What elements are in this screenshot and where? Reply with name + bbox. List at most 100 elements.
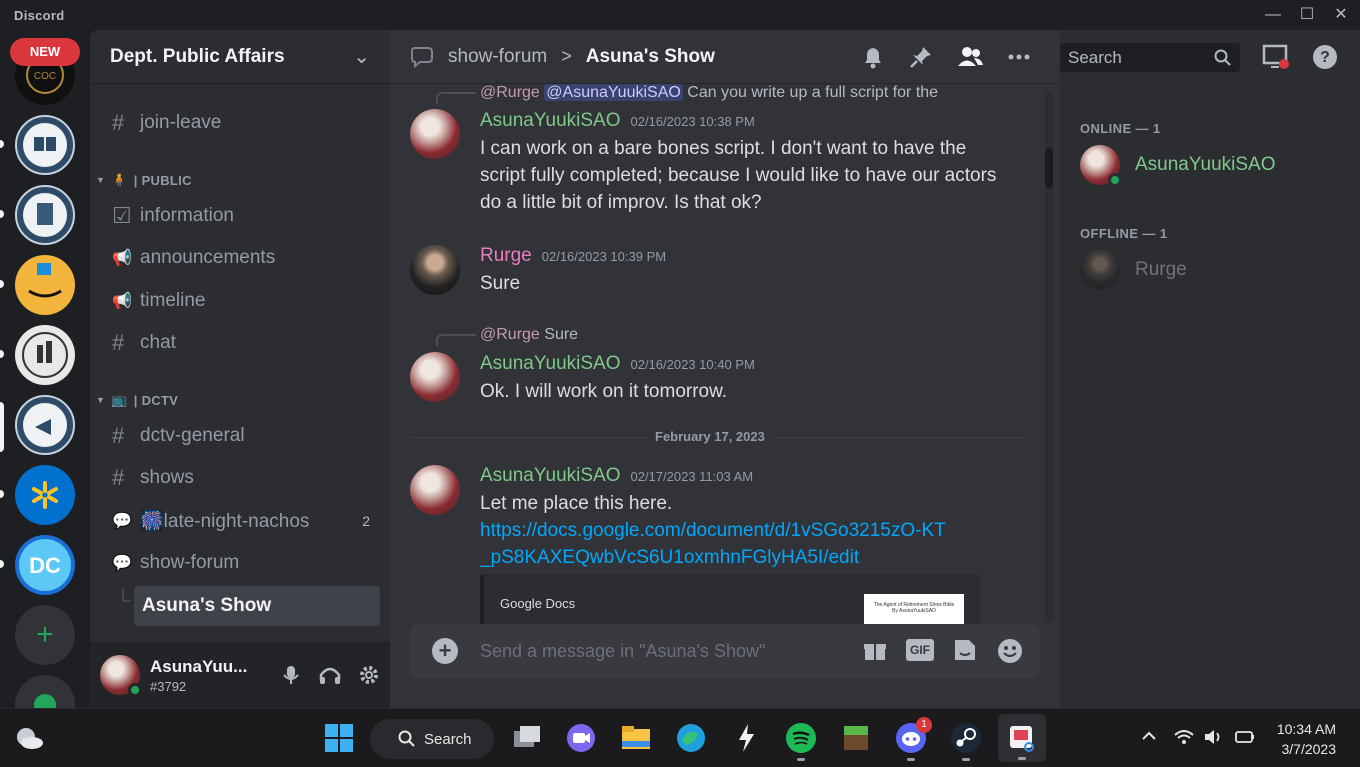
task-view-icon[interactable] [510,721,544,755]
message-author[interactable]: AsunaYuukiSAO [480,110,620,131]
taskbar-search[interactable]: Search [370,719,494,759]
user-tag: #3792 [150,678,187,694]
more-options-icon[interactable] [1006,44,1032,70]
message-author[interactable]: AsunaYuukiSAO [480,353,620,374]
notification-badge: 1 [916,717,932,733]
message-author[interactable]: AsunaYuukiSAO [480,465,620,486]
category-public[interactable]: ▼ 🧍 | PUBLIC [96,172,192,188]
steam-icon-wrap[interactable] [949,721,983,761]
channel-label: timeline [140,290,206,311]
discord-taskbar-wrap[interactable]: 1 [894,717,932,761]
message-text: Let me place this here. [480,493,673,514]
server-selected-pill [0,402,4,452]
search-icon [1214,49,1231,66]
gif-icon[interactable]: GIF [906,639,934,661]
members-icon[interactable] [956,44,984,70]
server-icon-city[interactable] [15,325,75,385]
server-icon-walmart[interactable] [15,465,75,525]
chevron-down-icon[interactable]: ⌄ [353,44,370,69]
avatar[interactable] [410,352,460,402]
weather-cloud-icon[interactable] [14,725,44,751]
channel-join-leave[interactable]: # join-leave [100,103,380,143]
pin-icon[interactable] [908,44,934,70]
server-unread-pill [0,210,4,218]
windows-start-icon[interactable] [322,721,356,755]
snipping-tool-wrap[interactable] [998,714,1046,762]
thread-title: Asuna's Show [585,45,715,67]
scrollbar-thumb[interactable] [1045,148,1053,188]
avatar[interactable] [100,655,142,697]
member-item[interactable]: Rurge [1080,250,1187,290]
gift-icon[interactable] [862,637,888,663]
message-timestamp: 02/16/2023 10:39 PM [541,249,667,264]
file-explorer-icon[interactable] [619,721,653,755]
taskbar-clock[interactable]: 10:34 AM 3/7/2023 [1277,719,1336,759]
composer-input[interactable]: Send a message in "Asuna's Show" [480,641,765,662]
chat-video-icon[interactable] [564,721,598,755]
explore-servers-icon[interactable] [15,675,75,708]
reply-preview[interactable]: @Rurge Sure [480,326,578,344]
app-name: Discord [14,8,65,23]
channel-timeline[interactable]: 📢 timeline [100,281,380,321]
server-icon-dc[interactable]: DC [15,535,75,595]
wifi-icon[interactable] [1173,727,1195,747]
reply-preview[interactable]: @Rurge @AsunaYuukiSAO Can you write up a… [480,84,938,102]
channel-information[interactable]: ☑ information [100,196,380,236]
bell-icon[interactable] [860,44,886,70]
battery-icon[interactable] [1234,727,1256,747]
sticker-icon[interactable] [952,637,978,663]
minecraft-icon[interactable] [839,721,873,755]
hashtag-icon: # [112,423,125,448]
maximize-button[interactable]: ☐ [1295,4,1319,26]
volume-icon[interactable] [1203,727,1225,747]
server-icon-building[interactable] [15,185,75,245]
amazon-smile-icon [28,263,62,298]
svg-text:COC: COC [34,71,56,82]
avatar[interactable] [410,109,460,159]
channel-show-forum[interactable]: 💬 show-forum [100,543,380,583]
channel-announcements[interactable]: 📢 announcements [100,238,380,278]
edge-browser-icon[interactable] [674,721,708,755]
add-server-icon[interactable]: + [15,605,75,665]
attach-plus-icon[interactable]: + [432,638,458,664]
microphone-icon[interactable] [280,664,302,686]
lightning-app-icon[interactable] [729,721,763,755]
thread-asunas-show[interactable]: Asuna's Show [134,586,380,626]
emoji-icon[interactable] [996,637,1024,665]
channel-shows[interactable]: # shows [100,458,380,498]
server-unread-pill [0,280,4,288]
message-link[interactable]: https://docs.google.com/document/d/1vSGo… [480,517,950,571]
svg-text:DC: DC [29,553,61,578]
parent-channel-link[interactable]: show-forum [448,46,547,68]
inbox-icon[interactable] [1262,43,1290,71]
server-icon-library[interactable] [15,115,75,175]
avatar[interactable] [410,245,460,295]
chevron-up-icon[interactable] [1140,727,1158,745]
channel-late-night-nachos[interactable]: 💬 🎆late-night-nachos 2 [100,501,380,541]
headphones-icon[interactable] [318,664,342,686]
avatar[interactable] [410,465,460,515]
minimize-button[interactable]: — [1261,4,1285,26]
channel-chat[interactable]: # chat [100,323,380,363]
message-author[interactable]: Rurge [480,245,532,266]
running-indicator [962,758,970,761]
channel-label: Asuna's Show [142,595,272,616]
search-box[interactable]: Search [1060,43,1240,72]
channel-label: dctv-general [140,425,245,446]
close-button[interactable]: ✕ [1329,4,1353,26]
server-icon-dept-public-affairs[interactable] [15,395,75,455]
help-icon[interactable]: ? [1311,43,1339,71]
category-dctv[interactable]: ▼ 📺 | DCTV [96,392,178,408]
message-body: Ok. I will work on it tomorrow. [480,381,728,402]
guild-header[interactable]: Dept. Public Affairs ⌄ [90,30,390,84]
user-info[interactable]: AsunaYuu... #3792 [150,657,260,694]
new-badge[interactable]: NEW [10,38,80,66]
gear-icon[interactable] [358,664,380,686]
chat-scrollbar[interactable] [1045,92,1053,622]
spotify-icon-wrap[interactable] [784,721,818,761]
member-item[interactable]: AsunaYuukiSAO [1080,145,1275,187]
search-placeholder: Search [1068,47,1122,67]
server-icon-amazon[interactable] [15,255,75,315]
channel-dctv-general[interactable]: # dctv-general [100,416,380,456]
message-body: I can work on a bare bones script. I don… [480,138,997,213]
